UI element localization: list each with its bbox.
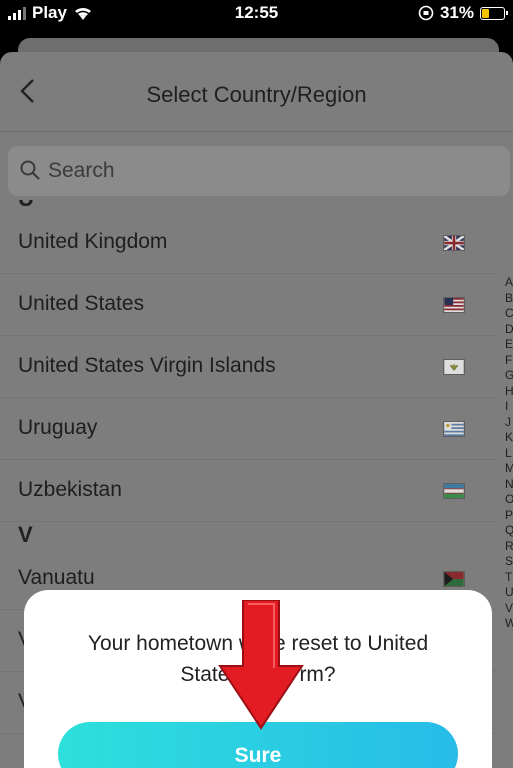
alphabet-letter[interactable]: M bbox=[505, 461, 513, 477]
alphabet-letter[interactable]: P bbox=[505, 508, 513, 524]
alphabet-letter[interactable]: V bbox=[505, 601, 513, 617]
vi-flag-icon bbox=[443, 359, 465, 375]
alphabet-letter[interactable]: F bbox=[505, 353, 513, 369]
search-bar[interactable] bbox=[8, 146, 510, 196]
country-name: Uzbekistan bbox=[18, 478, 122, 501]
dialog-message-part: rm? bbox=[299, 663, 336, 686]
vanuatu-flag-icon bbox=[443, 571, 465, 587]
alphabet-index[interactable]: ABCDEFGHIJKLMNOPQRSTUVW bbox=[505, 275, 513, 632]
alphabet-letter[interactable]: J bbox=[505, 415, 513, 431]
country-name: United States bbox=[18, 292, 145, 315]
country-name: United States Virgin Islands bbox=[18, 354, 276, 377]
list-item[interactable]: Uruguay bbox=[0, 398, 497, 460]
section-header-v-label: V bbox=[18, 522, 33, 547]
alphabet-letter[interactable]: L bbox=[505, 446, 513, 462]
alphabet-letter[interactable]: B bbox=[505, 291, 513, 307]
orientation-lock-icon bbox=[418, 5, 434, 21]
alphabet-letter[interactable]: K bbox=[505, 430, 513, 446]
alphabet-letter[interactable]: G bbox=[505, 368, 513, 384]
section-header-v: V bbox=[0, 522, 497, 548]
list-item[interactable]: Uzbekistan bbox=[0, 460, 497, 522]
alphabet-letter[interactable]: S bbox=[505, 554, 513, 570]
list-item[interactable]: United States bbox=[0, 274, 497, 336]
uzbekistan-flag-icon bbox=[443, 483, 465, 499]
uk-flag-icon bbox=[443, 235, 465, 251]
section-header-u-label: U bbox=[18, 200, 34, 212]
annotation-arrow-icon bbox=[218, 600, 304, 730]
alphabet-letter[interactable]: N bbox=[505, 477, 513, 493]
us-flag-icon bbox=[443, 297, 465, 313]
battery-percent: 31% bbox=[439, 3, 474, 22]
list-item[interactable]: United Kingdom bbox=[0, 212, 497, 274]
list-item[interactable]: United States Virgin Islands bbox=[0, 336, 497, 398]
alphabet-letter[interactable]: U bbox=[505, 585, 513, 601]
alphabet-letter[interactable]: I bbox=[505, 399, 513, 415]
section-header-u: U bbox=[0, 200, 497, 212]
alphabet-letter[interactable]: E bbox=[505, 337, 513, 353]
page-title: Select Country/Region bbox=[146, 82, 367, 107]
alphabet-letter[interactable]: D bbox=[505, 322, 513, 338]
alphabet-letter[interactable]: O bbox=[505, 492, 513, 508]
battery-icon bbox=[480, 6, 508, 20]
uruguay-flag-icon bbox=[443, 421, 465, 437]
country-name: Uruguay bbox=[18, 416, 98, 439]
alphabet-letter[interactable]: Q bbox=[505, 523, 513, 539]
country-name: Vanuatu bbox=[18, 566, 95, 589]
alphabet-letter[interactable]: C bbox=[505, 306, 513, 322]
navigation-bar: Select Country/Region bbox=[0, 52, 513, 132]
country-name: United Kingdom bbox=[18, 230, 168, 253]
search-icon bbox=[20, 160, 40, 180]
alphabet-letter[interactable]: W bbox=[505, 616, 513, 632]
search-input[interactable] bbox=[48, 156, 468, 186]
alphabet-letter[interactable]: R bbox=[505, 539, 513, 555]
alphabet-letter[interactable]: T bbox=[505, 570, 513, 586]
battery-group: 31% bbox=[418, 3, 508, 23]
status-bar: Play 12:55 31% bbox=[0, 0, 513, 28]
alphabet-letter[interactable]: H bbox=[505, 384, 513, 400]
alphabet-letter[interactable]: A bbox=[505, 275, 513, 291]
